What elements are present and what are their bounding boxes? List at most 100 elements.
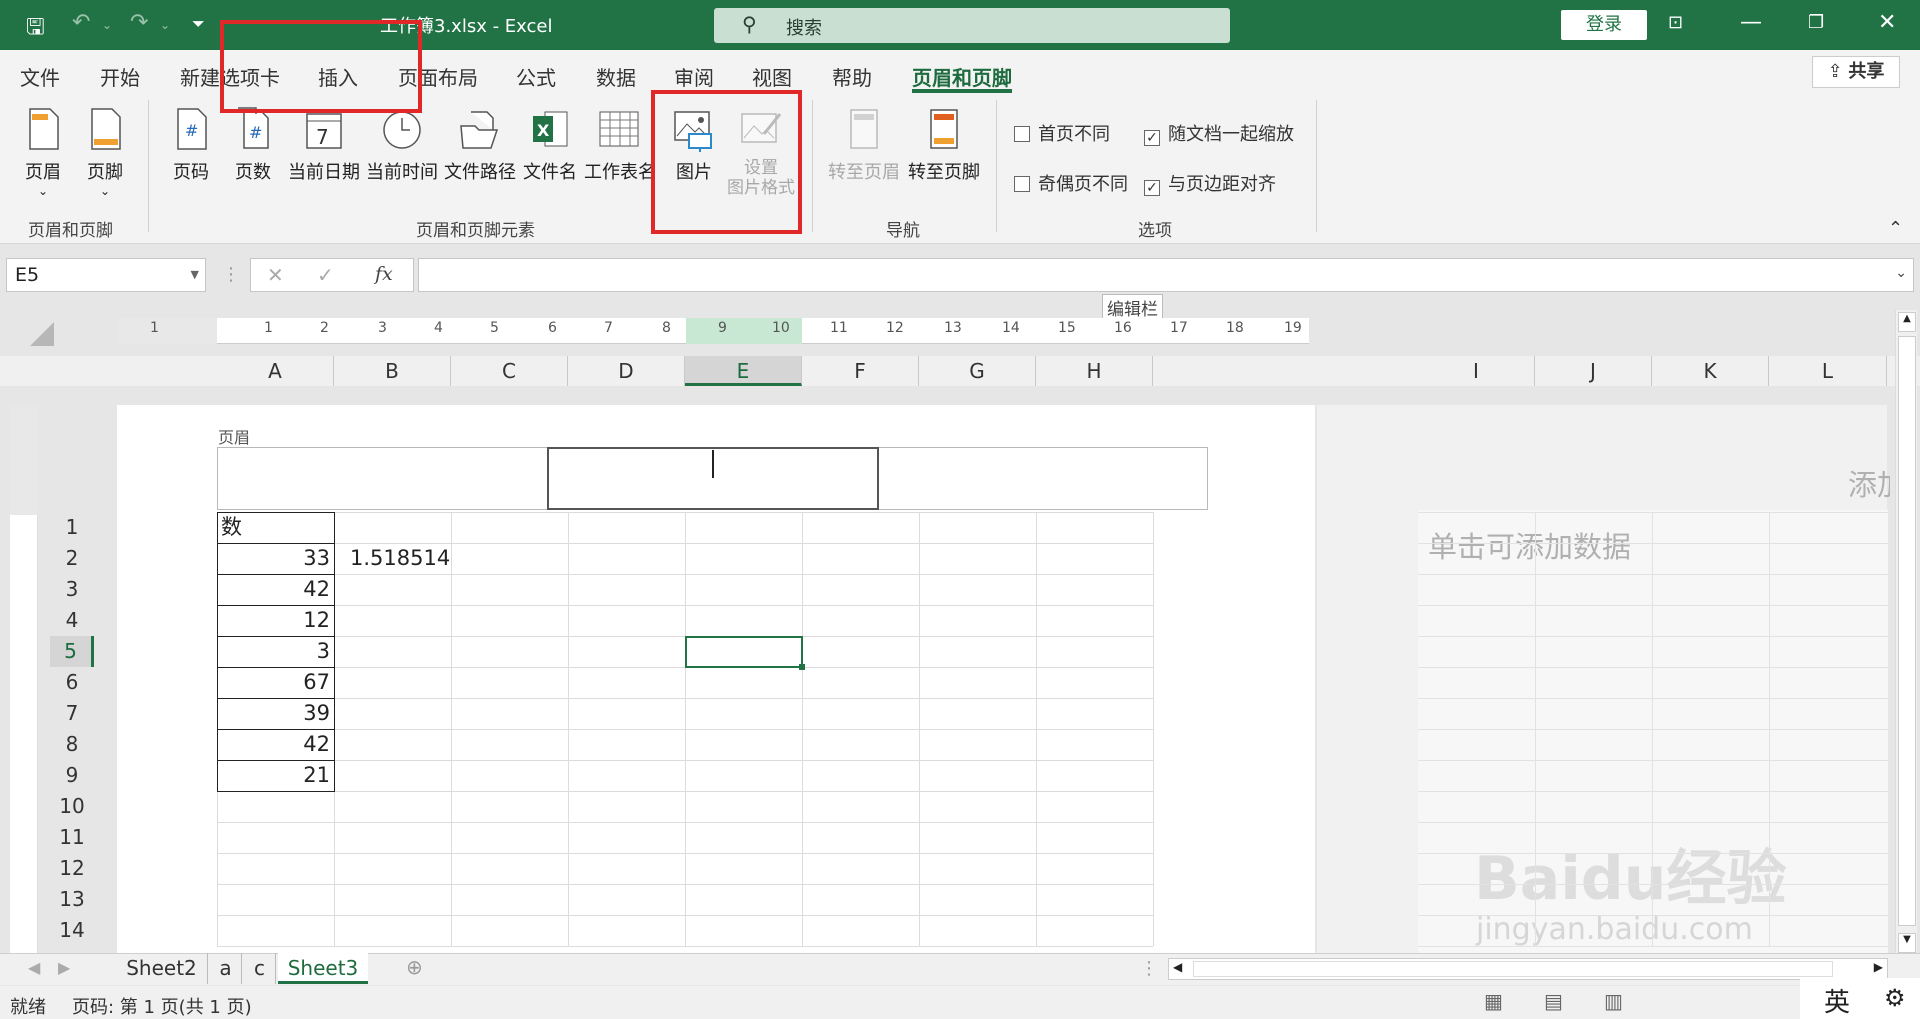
row-header-10[interactable]: 10 bbox=[50, 791, 94, 822]
column-header-i[interactable]: I bbox=[1418, 356, 1535, 386]
page-count-button[interactable]: # 页数 bbox=[228, 106, 278, 184]
column-header-l[interactable]: L bbox=[1769, 356, 1887, 386]
cell-a9[interactable]: 21 bbox=[217, 760, 334, 791]
dropdown-arrow-icon[interactable]: ▼ bbox=[191, 259, 199, 291]
column-header-c[interactable]: C bbox=[451, 356, 568, 386]
column-header-d[interactable]: D bbox=[568, 356, 685, 386]
checkbox[interactable] bbox=[1014, 126, 1030, 142]
scroll-down-icon[interactable]: ▼ bbox=[1898, 933, 1916, 953]
row-header-8[interactable]: 8 bbox=[50, 729, 94, 760]
sheet-tab-c[interactable]: c bbox=[244, 953, 276, 984]
row-header-3[interactable]: 3 bbox=[50, 574, 94, 605]
cell-a4[interactable]: 12 bbox=[217, 605, 334, 636]
tab-review[interactable]: 审阅 bbox=[674, 62, 714, 91]
cell-a2[interactable]: 33 bbox=[217, 543, 334, 574]
add-header-placeholder[interactable]: 添加 bbox=[1848, 462, 1890, 504]
enter-icon[interactable]: ✓ bbox=[317, 263, 334, 287]
checkbox-checked[interactable]: ✓ bbox=[1144, 180, 1160, 196]
column-header-a[interactable]: A bbox=[217, 356, 334, 386]
option-different-odd-even[interactable]: 奇偶页不同 bbox=[1014, 170, 1128, 196]
search-box[interactable]: ⚲ 搜索 bbox=[714, 8, 1230, 43]
next-sheet-icon[interactable]: ▶ bbox=[58, 958, 70, 977]
tab-split-handle-icon[interactable]: ⋮ bbox=[1140, 958, 1158, 979]
add-sheet-icon[interactable]: ⊕ bbox=[406, 955, 423, 979]
column-header-j[interactable]: J bbox=[1535, 356, 1652, 386]
header-button[interactable]: 页眉 ⌄ bbox=[18, 106, 68, 198]
file-name-button[interactable]: X 文件名 bbox=[520, 106, 580, 184]
row-header-14[interactable]: 14 bbox=[50, 915, 94, 946]
cancel-icon[interactable]: ✕ bbox=[267, 263, 284, 287]
cell-a5[interactable]: 3 bbox=[217, 636, 334, 667]
tab-file[interactable]: 文件 bbox=[20, 62, 60, 91]
tab-formulas[interactable]: 公式 bbox=[516, 62, 556, 91]
sheet-tab-sheet2[interactable]: Sheet2 bbox=[116, 953, 208, 984]
option-different-first-page[interactable]: 首页不同 bbox=[1014, 120, 1110, 146]
save-icon[interactable]: 🖫 bbox=[26, 10, 45, 48]
tab-header-footer[interactable]: 页眉和页脚 bbox=[912, 62, 1012, 91]
column-header-b[interactable]: B bbox=[334, 356, 451, 386]
undo-dropdown-icon[interactable]: ⌄ bbox=[102, 18, 112, 32]
row-header-2[interactable]: 2 bbox=[50, 543, 94, 574]
gear-icon[interactable]: ⚙ bbox=[1884, 984, 1906, 1012]
tab-home[interactable]: 开始 bbox=[100, 62, 140, 91]
cell-a7[interactable]: 39 bbox=[217, 698, 334, 729]
column-header-e[interactable]: E bbox=[685, 356, 802, 386]
restore-icon[interactable]: ❐ bbox=[1808, 12, 1824, 33]
minimize-icon[interactable]: — bbox=[1740, 10, 1762, 35]
tab-help[interactable]: 帮助 bbox=[832, 62, 872, 91]
option-align-with-margins[interactable]: ✓ 与页边距对齐 bbox=[1144, 170, 1276, 196]
share-button[interactable]: ⇪ 共享 bbox=[1812, 56, 1900, 88]
cell-a1[interactable]: 数 bbox=[217, 512, 334, 543]
column-header-k[interactable]: K bbox=[1652, 356, 1769, 386]
insert-function-icon[interactable]: fx bbox=[375, 263, 393, 285]
undo-icon[interactable]: ↶ bbox=[72, 10, 90, 35]
row-header-7[interactable]: 7 bbox=[50, 698, 94, 729]
row-header-5[interactable]: 5 bbox=[50, 636, 94, 667]
cell-a3[interactable]: 42 bbox=[217, 574, 334, 605]
formula-input[interactable]: ⌄ bbox=[418, 258, 1914, 292]
checkbox[interactable] bbox=[1014, 176, 1030, 192]
vertical-scrollbar[interactable]: ▲ ▼ bbox=[1895, 310, 1917, 955]
select-all-corner[interactable] bbox=[30, 322, 54, 346]
ribbon-display-icon[interactable]: ⊡ bbox=[1668, 12, 1683, 33]
file-path-button[interactable]: 文件路径 bbox=[442, 106, 518, 184]
option-scale-with-document[interactable]: ✓ 随文档一起缩放 bbox=[1144, 120, 1294, 146]
active-cell-e5[interactable] bbox=[685, 636, 803, 668]
cell-a6[interactable]: 67 bbox=[217, 667, 334, 698]
column-header-h[interactable]: H bbox=[1036, 356, 1153, 386]
tab-view[interactable]: 视图 bbox=[752, 62, 792, 91]
name-box[interactable]: E5 ▼ bbox=[6, 258, 206, 292]
drag-handle-icon[interactable]: ⋮ bbox=[222, 264, 240, 285]
fill-handle[interactable] bbox=[799, 664, 805, 670]
scroll-up-icon[interactable]: ▲ bbox=[1898, 312, 1916, 332]
row-header-6[interactable]: 6 bbox=[50, 667, 94, 698]
horizontal-scrollbar[interactable]: ◀ ▶ bbox=[1168, 958, 1888, 980]
current-time-button[interactable]: 当前时间 bbox=[364, 106, 440, 184]
cell-b2[interactable]: 1.518514 bbox=[334, 543, 474, 574]
row-header-9[interactable]: 9 bbox=[50, 760, 94, 791]
cell-a8[interactable]: 42 bbox=[217, 729, 334, 760]
close-icon[interactable]: ✕ bbox=[1878, 10, 1896, 35]
normal-view-icon[interactable]: ▦ bbox=[1484, 989, 1503, 1013]
row-header-1[interactable]: 1 bbox=[50, 512, 94, 543]
scroll-left-icon[interactable]: ◀ bbox=[1173, 960, 1182, 974]
expand-formula-icon[interactable]: ⌄ bbox=[1895, 265, 1907, 281]
current-date-button[interactable]: 7 当前日期 bbox=[286, 106, 362, 184]
customize-qat-icon[interactable]: ⏷ bbox=[192, 14, 205, 34]
column-header-f[interactable]: F bbox=[802, 356, 919, 386]
sheet-tab-sheet3[interactable]: Sheet3 bbox=[278, 953, 368, 984]
collapse-ribbon-icon[interactable]: ⌃ bbox=[1888, 218, 1903, 239]
hscroll-thumb[interactable] bbox=[1193, 961, 1833, 977]
tab-data[interactable]: 数据 bbox=[596, 62, 636, 91]
scrollbar-thumb[interactable] bbox=[1898, 336, 1916, 926]
row-header-11[interactable]: 11 bbox=[50, 822, 94, 853]
redo-dropdown-icon[interactable]: ⌄ bbox=[160, 18, 170, 32]
go-to-header-button[interactable]: 转至页眉 bbox=[826, 106, 902, 184]
row-header-4[interactable]: 4 bbox=[50, 605, 94, 636]
prev-sheet-icon[interactable]: ◀ bbox=[28, 958, 40, 977]
redo-icon[interactable]: ↷ bbox=[130, 10, 148, 35]
row-header-13[interactable]: 13 bbox=[50, 884, 94, 915]
scroll-right-icon[interactable]: ▶ bbox=[1874, 960, 1883, 974]
login-button[interactable]: 登录 bbox=[1561, 10, 1647, 40]
page-number-button[interactable]: # 页码 bbox=[166, 106, 216, 184]
